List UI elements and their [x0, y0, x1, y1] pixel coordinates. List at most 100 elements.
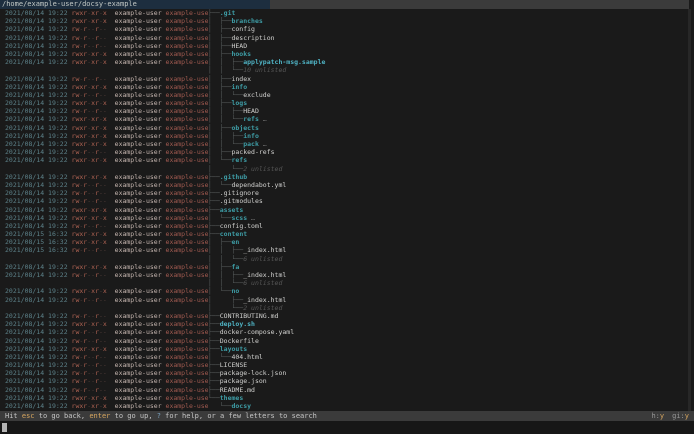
tree-row[interactable]: 2021/08/15 16:32 rw-r--r-- example-user …	[0, 246, 694, 254]
owner-name: example-user	[114, 99, 166, 108]
group-name: example-user	[165, 33, 208, 42]
tree-row[interactable]: 2021/08/14 19:22 rw-r--r-- example-user …	[0, 181, 694, 189]
permissions: rw-r--r--	[71, 197, 107, 206]
tree-row[interactable]: 2021/08/14 19:22 rw-r--r-- example-user …	[0, 296, 694, 304]
tree-row[interactable]: 2021/08/14 19:22 rwxr-xr-x example-user …	[0, 50, 694, 58]
tree-row[interactable]: 2021/08/14 19:22 rwxr-xr-x example-user …	[0, 58, 694, 66]
tree-row[interactable]: 2021/08/14 19:22 rwxr-xr-x example-user …	[0, 345, 694, 353]
owner-name: example-user	[114, 17, 166, 26]
entry-name: pack	[243, 140, 259, 148]
entry-name: config.toml	[219, 221, 263, 230]
file-meta: 2021/08/14 19:22 rw-r--r-- example-user …	[0, 189, 208, 197]
tree-row[interactable]: 2021/08/14 19:22 rwxr-xr-x example-user …	[0, 115, 694, 123]
group-name: example-user	[165, 369, 208, 378]
tree-row[interactable]: │ │ └──10 unlisted	[0, 66, 694, 74]
tree-row[interactable]: 2021/08/15 16:32 rwxr-xr-x example-user …	[0, 238, 694, 246]
tree-row[interactable]: 2021/08/15 16:32 rwxr-xr-x example-user …	[0, 230, 694, 238]
group-name: example-user	[165, 213, 208, 222]
status-hint-text: Hit esc to go back, enter to go up, ? fo…	[5, 411, 317, 421]
tree-branch-lines: │ └──	[208, 287, 232, 296]
tree-row[interactable]: 2021/08/14 19:22 rw-r--r-- example-user …	[0, 25, 694, 33]
tree-row[interactable]: 2021/08/14 19:22 rwxr-xr-x example-user …	[0, 9, 694, 17]
permissions: rw-r--r--	[71, 246, 107, 255]
tree-row[interactable]: │ └──2 unlisted	[0, 304, 694, 312]
tree-row[interactable]: 2021/08/14 19:22 rwxr-xr-x example-user …	[0, 173, 694, 181]
modified-date: 2021/08/14 19:22	[5, 287, 72, 296]
tree-row[interactable]: │ │ └──6 unlisted	[0, 255, 694, 263]
file-meta: 2021/08/14 19:22 rw-r--r-- example-user …	[0, 181, 208, 189]
tree-row[interactable]: 2021/08/14 19:22 rwxr-xr-x example-user …	[0, 132, 694, 140]
permissions: rw-r--r--	[71, 377, 107, 386]
tree-row[interactable]: 2021/08/14 19:22 rw-r--r-- example-user …	[0, 189, 694, 197]
tree-row[interactable]: 2021/08/14 19:22 rwxr-xr-x example-user …	[0, 83, 694, 91]
tree-cell: ├──content	[208, 230, 694, 238]
tree-row[interactable]: 2021/08/14 19:22 rwxr-xr-x example-user …	[0, 17, 694, 25]
file-meta: 2021/08/15 16:32 rwxr-xr-x example-user …	[0, 230, 208, 238]
scrollbar[interactable]	[688, 9, 691, 411]
tree-row[interactable]: 2021/08/14 19:22 rwxr-xr-x example-user …	[0, 287, 694, 295]
group-name: example-user	[165, 271, 208, 279]
tree-row[interactable]: 2021/08/14 19:22 rw-r--r-- example-user …	[0, 312, 694, 320]
tree-row[interactable]: 2021/08/14 19:22 rwxr-xr-x example-user …	[0, 124, 694, 132]
tree-branch-lines: │ │ └──	[208, 115, 244, 124]
modified-date: 2021/08/14 19:22	[5, 9, 72, 17]
search-input-line[interactable]	[0, 421, 694, 434]
text-cursor	[2, 423, 7, 432]
owner-name: example-user	[114, 156, 166, 165]
tree-cell: │ │ └──pack …	[208, 140, 694, 148]
tree-row[interactable]: 2021/08/14 19:22 rw-r--r-- example-user …	[0, 148, 694, 156]
tree-row[interactable]: 2021/08/14 19:22 rw-r--r-- example-user …	[0, 337, 694, 345]
entry-name: content	[219, 230, 248, 239]
tree-branch-lines: │ ├──	[208, 33, 232, 42]
tree-row[interactable]: 2021/08/14 19:22 rw-r--r-- example-user …	[0, 222, 694, 230]
entry-name: deploy.sh	[219, 320, 255, 329]
tree-row[interactable]: 2021/08/14 19:22 rwxr-xr-x example-user …	[0, 99, 694, 107]
unlisted-note: 2 unlisted	[243, 164, 283, 173]
tree-branch-lines: └──	[208, 402, 232, 410]
tree-row[interactable]: 2021/08/14 19:22 rw-r--r-- example-user …	[0, 75, 694, 83]
tree-row[interactable]: 2021/08/14 19:22 rw-r--r-- example-user …	[0, 197, 694, 205]
entry-name: layouts	[219, 344, 248, 353]
permissions: rw-r--r--	[71, 352, 107, 361]
file-meta: 2021/08/14 19:22 rw-r--r-- example-user …	[0, 42, 208, 50]
tree-row[interactable]: 2021/08/14 19:22 rwxr-xr-x example-user …	[0, 140, 694, 148]
file-meta: 2021/08/14 19:22 rwxr-xr-x example-user …	[0, 132, 208, 140]
tree-branch-lines: │ │ ├──	[208, 107, 244, 116]
modified-date: 2021/08/14 19:22	[5, 90, 72, 99]
tree-row[interactable]: 2021/08/14 19:22 rwxr-xr-x example-user …	[0, 206, 694, 214]
tree-row[interactable]: 2021/08/14 19:22 rw-r--r-- example-user …	[0, 369, 694, 377]
tree-row[interactable]: 2021/08/14 19:22 rw-r--r-- example-user …	[0, 42, 694, 50]
tree-row[interactable]: 2021/08/14 19:22 rw-r--r-- example-user …	[0, 91, 694, 99]
tree-row[interactable]: 2021/08/14 19:22 rw-r--r-- example-user …	[0, 361, 694, 369]
collapsed-ellipsis: …	[258, 115, 267, 124]
tree-row[interactable]: 2021/08/14 19:22 rw-r--r-- example-user …	[0, 386, 694, 394]
tree-row[interactable]: 2021/08/14 19:22 rwxr-xr-x example-user …	[0, 394, 694, 402]
permissions: rw-r--r--	[71, 25, 107, 34]
file-meta: 2021/08/15 16:32 rwxr-xr-x example-user …	[0, 238, 208, 246]
file-meta: 2021/08/14 19:22 rwxr-xr-x example-user …	[0, 214, 208, 222]
tree-row[interactable]: 2021/08/14 19:22 rw-r--r-- example-user …	[0, 353, 694, 361]
tree-row[interactable]: 2021/08/14 19:22 rw-r--r-- example-user …	[0, 107, 694, 115]
modified-date: 2021/08/14 19:22	[5, 221, 72, 230]
tree-row[interactable]: 2021/08/14 19:22 rwxr-xr-x example-user …	[0, 214, 694, 222]
modified-date: 2021/08/14 19:22	[5, 385, 72, 394]
tree-row[interactable]: 2021/08/14 19:22 rw-r--r-- example-user …	[0, 328, 694, 336]
owner-name: example-user	[114, 25, 166, 34]
tree-row[interactable]: │ └──2 unlisted	[0, 165, 694, 173]
entry-name: logs	[231, 99, 248, 108]
tree-row[interactable]: 2021/08/14 19:22 rwxr-xr-x example-user …	[0, 156, 694, 164]
permissions: rwxr-xr-x	[71, 115, 107, 124]
tree-row[interactable]: 2021/08/14 19:22 rw-r--r-- example-user …	[0, 271, 694, 279]
tree-row[interactable]: 2021/08/14 19:22 rwxr-xr-x example-user …	[0, 402, 694, 410]
group-name: example-user	[165, 180, 208, 189]
tree-row[interactable]: 2021/08/14 19:22 rw-r--r-- example-user …	[0, 34, 694, 42]
tree-row[interactable]: │ │ └──6 unlisted	[0, 279, 694, 287]
status-bar: Hit esc to go back, enter to go up, ? fo…	[0, 411, 694, 421]
file-meta: 2021/08/14 19:22 rwxr-xr-x example-user …	[0, 99, 208, 107]
owner-name: example-user	[114, 230, 166, 239]
tree-row[interactable]: 2021/08/14 19:22 rw-r--r-- example-user …	[0, 377, 694, 385]
tree-row[interactable]: 2021/08/14 19:22 rwxr-xr-x example-user …	[0, 320, 694, 328]
tree-row[interactable]: 2021/08/14 19:22 rwxr-xr-x example-user …	[0, 263, 694, 271]
tree-branch-lines: ├──	[208, 221, 220, 230]
owner-name: example-user	[114, 49, 166, 58]
